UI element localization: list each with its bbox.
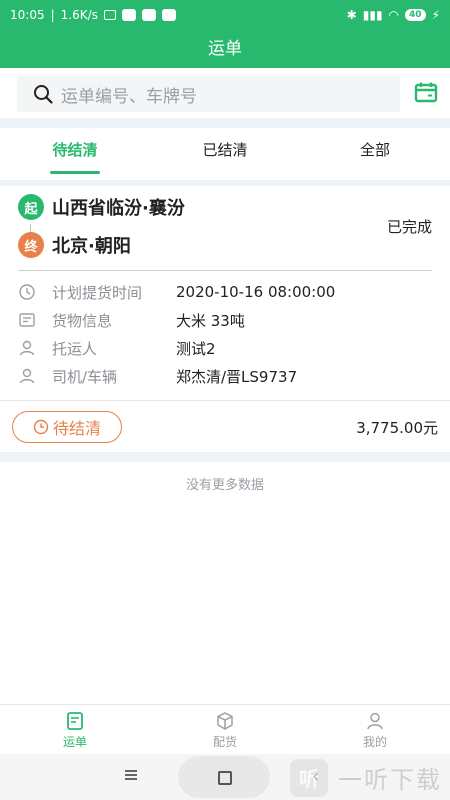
route-destination: 终 北京·朝阳 xyxy=(18,232,131,258)
freight-amount: 3,775.00元 xyxy=(356,419,438,437)
app-notification-icon xyxy=(121,9,136,21)
waybill-icon xyxy=(67,712,83,730)
box-icon xyxy=(217,712,233,730)
search-area: 运单编号、车牌号 xyxy=(0,68,450,120)
app-header: 10:05 | 1.6K/s ✱ ▮▮▮ ◠ 40 ⚡ 运单 xyxy=(0,0,450,68)
video-notification-icon xyxy=(141,9,156,21)
charging-icon: ⚡ xyxy=(431,8,440,22)
goods-icon xyxy=(18,311,36,329)
nav-dispatch[interactable]: 配货 xyxy=(150,705,300,754)
tab-settled[interactable]: 已结清 xyxy=(150,128,300,180)
search-placeholder: 运单编号、车牌号 xyxy=(61,86,197,107)
menu-icon[interactable] xyxy=(125,770,137,780)
destination-city: 北京·朝阳 xyxy=(52,236,131,257)
origin-city: 山西省临汾·襄汾 xyxy=(52,198,185,219)
waybill-card[interactable]: 起 山西省临汾·襄汾 终 北京·朝阳 已完成 计划提货时间 2020-10-16… xyxy=(0,186,450,452)
info-row-pickup-time: 计划提货时间 2020-10-16 08:00:00 xyxy=(18,280,432,304)
search-icon xyxy=(34,85,53,104)
status-bar: 10:05 | 1.6K/s ✱ ▮▮▮ ◠ 40 ⚡ xyxy=(10,8,440,22)
divider xyxy=(0,400,450,401)
wifi-icon: ◠ xyxy=(388,8,400,22)
network-speed: 1.6K/s xyxy=(60,8,98,22)
page-title: 运单 xyxy=(208,39,242,59)
origin-badge: 起 xyxy=(18,194,44,220)
tab-bar: 待结清 已结清 全部 xyxy=(0,128,450,180)
clock-icon xyxy=(33,419,49,435)
pending-settlement-label: 待结清 xyxy=(52,419,101,438)
game-notification-icon xyxy=(161,9,176,21)
info-row-goods: 货物信息 大米 33吨 xyxy=(18,308,432,332)
signal-icon: ▮▮▮ xyxy=(362,8,383,22)
tab-all[interactable]: 全部 xyxy=(300,128,450,180)
watermark: 听 一听下载 xyxy=(290,755,450,800)
person-icon xyxy=(18,339,36,357)
section-gap xyxy=(0,452,450,462)
list-end-text: 没有更多数据 xyxy=(185,478,264,493)
status-badge: 已完成 xyxy=(386,218,432,236)
nav-profile[interactable]: 我的 xyxy=(300,705,450,754)
bluetooth-icon: ✱ xyxy=(346,8,357,22)
nav-waybill[interactable]: 运单 xyxy=(0,705,150,754)
driver-icon xyxy=(18,367,36,385)
battery-icon: 40 xyxy=(405,9,426,21)
route-origin: 起 山西省临汾·襄汾 xyxy=(18,194,185,220)
sim-icon xyxy=(103,10,116,20)
watermark-logo: 听 xyxy=(290,758,328,797)
divider xyxy=(18,270,432,271)
user-icon xyxy=(367,712,383,730)
calendar-icon[interactable] xyxy=(414,80,438,104)
watermark-text: 一听下载 xyxy=(338,766,442,794)
info-row-driver: 司机/车辆 郑杰清/晋LS9737 xyxy=(18,364,432,388)
pending-settlement-button[interactable]: 待结清 xyxy=(12,411,122,443)
bottom-nav: 运单 配货 我的 xyxy=(0,704,450,754)
section-gap xyxy=(0,118,450,128)
home-button[interactable] xyxy=(178,756,270,798)
tab-pending[interactable]: 待结清 xyxy=(0,128,150,180)
search-input[interactable]: 运单编号、车牌号 xyxy=(17,76,400,112)
status-time: 10:05 xyxy=(10,8,45,22)
info-row-shipper: 托运人 测试2 xyxy=(18,336,432,360)
destination-badge: 终 xyxy=(18,232,44,258)
clock-icon xyxy=(18,283,36,301)
